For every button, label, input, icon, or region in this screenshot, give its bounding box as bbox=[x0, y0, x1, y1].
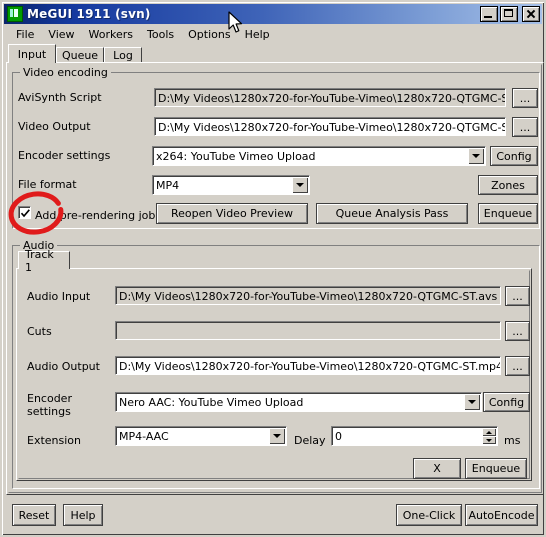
audio-encoder-settings-value: Nero AAC: YouTube Vimeo Upload bbox=[119, 395, 304, 409]
extension-value: MP4-AAC bbox=[119, 429, 169, 443]
video-output-label: Video Output bbox=[18, 120, 91, 133]
chevron-down-icon[interactable] bbox=[468, 148, 484, 164]
audio-input-browse-button[interactable]: ... bbox=[505, 286, 530, 306]
add-prerendering-job-label: Add pre-rendering job bbox=[35, 209, 156, 222]
video-encoder-settings-label: Encoder settings bbox=[18, 149, 111, 162]
avisynth-script-label: AviSynth Script bbox=[18, 91, 102, 104]
reopen-video-preview-button[interactable]: Reopen Video Preview bbox=[156, 203, 308, 224]
video-config-button[interactable]: Config bbox=[490, 146, 538, 166]
maximize-button[interactable] bbox=[500, 6, 518, 22]
window-controls bbox=[480, 6, 540, 22]
add-prerendering-job-checkbox[interactable] bbox=[18, 206, 31, 219]
menu-file[interactable]: File bbox=[9, 27, 41, 42]
cuts-browse-button[interactable]: ... bbox=[505, 321, 530, 341]
video-encoding-legend: Video encoding bbox=[20, 66, 111, 79]
menu-bar: File View Workers Tools Options Help bbox=[4, 26, 277, 43]
megui-app-icon bbox=[7, 6, 23, 22]
file-format-value: MP4 bbox=[156, 178, 180, 192]
extension-dropdown[interactable]: MP4-AAC bbox=[115, 426, 287, 446]
video-output-browse-button[interactable]: ... bbox=[512, 117, 538, 137]
audio-output-browse-button[interactable]: ... bbox=[505, 356, 530, 376]
queue-analysis-pass-button[interactable]: Queue Analysis Pass bbox=[316, 203, 468, 224]
audio-input-field[interactable]: D:\My Videos\1280x720-for-YouTube-Vimeo\… bbox=[115, 286, 501, 305]
audio-track-tab[interactable]: Track 1 bbox=[18, 248, 70, 274]
megui-main-window: MeGUI 1911 (svn) File View Workers Tools… bbox=[0, 0, 546, 537]
file-format-label: File format bbox=[18, 178, 77, 191]
delay-label: Delay bbox=[294, 434, 326, 447]
delay-unit-label: ms bbox=[504, 434, 521, 447]
close-button[interactable] bbox=[522, 6, 540, 22]
chevron-down-icon[interactable] bbox=[464, 394, 480, 410]
chevron-down-icon[interactable] bbox=[269, 428, 285, 444]
delay-stepper[interactable] bbox=[482, 428, 496, 444]
video-enqueue-button[interactable]: Enqueue bbox=[478, 203, 538, 224]
maximize-icon bbox=[504, 9, 513, 17]
audio-encoder-settings-dropdown[interactable]: Nero AAC: YouTube Vimeo Upload bbox=[115, 392, 482, 412]
menu-help[interactable]: Help bbox=[238, 27, 277, 42]
minimize-icon bbox=[484, 16, 492, 18]
audio-output-label: Audio Output bbox=[27, 360, 100, 373]
cuts-label: Cuts bbox=[27, 325, 52, 338]
spinner-down-icon[interactable] bbox=[482, 436, 496, 444]
audio-encoder-settings-label-line1: Encoder bbox=[27, 392, 72, 405]
reset-button[interactable]: Reset bbox=[12, 504, 56, 526]
window-title: MeGUI 1911 (svn) bbox=[27, 7, 151, 21]
tab-input[interactable]: Input bbox=[8, 44, 56, 63]
extension-label: Extension bbox=[27, 434, 82, 447]
video-output-input[interactable]: D:\My Videos\1280x720-for-YouTube-Vimeo\… bbox=[154, 117, 506, 136]
menu-options[interactable]: Options bbox=[181, 27, 237, 42]
menu-tools[interactable]: Tools bbox=[140, 27, 181, 42]
file-format-dropdown[interactable]: MP4 bbox=[152, 175, 310, 195]
menu-view[interactable]: View bbox=[41, 27, 81, 42]
avisynth-script-browse-button[interactable]: ... bbox=[512, 88, 538, 108]
delay-input[interactable]: 0 bbox=[331, 426, 498, 446]
auto-encode-button[interactable]: AutoEncode bbox=[465, 504, 538, 526]
title-bar[interactable]: MeGUI 1911 (svn) bbox=[4, 4, 542, 24]
video-encoder-settings-dropdown[interactable]: x264: YouTube Vimeo Upload bbox=[152, 146, 486, 166]
tab-log[interactable]: Log bbox=[104, 47, 142, 63]
avisynth-script-input[interactable]: D:\My Videos\1280x720-for-YouTube-Vimeo\… bbox=[154, 88, 506, 107]
minimize-button[interactable] bbox=[480, 6, 498, 22]
cuts-field[interactable] bbox=[115, 321, 501, 340]
chevron-down-icon[interactable] bbox=[292, 177, 308, 193]
checkmark-icon bbox=[20, 209, 30, 218]
audio-config-button[interactable]: Config bbox=[483, 392, 530, 412]
main-tabstrip: Input Queue Log bbox=[8, 44, 542, 63]
help-button[interactable]: Help bbox=[63, 504, 103, 526]
spinner-up-icon[interactable] bbox=[482, 428, 496, 436]
audio-output-field[interactable]: D:\My Videos\1280x720-for-YouTube-Vimeo\… bbox=[115, 356, 501, 375]
one-click-button[interactable]: One-Click bbox=[396, 504, 462, 526]
delay-value: 0 bbox=[335, 429, 342, 443]
audio-clear-button[interactable]: X bbox=[413, 458, 461, 479]
menu-workers[interactable]: Workers bbox=[82, 27, 140, 42]
audio-input-label: Audio Input bbox=[27, 290, 91, 303]
tab-queue[interactable]: Queue bbox=[56, 47, 104, 63]
audio-encoder-settings-label-line2: settings bbox=[27, 405, 71, 418]
video-encoder-settings-value: x264: YouTube Vimeo Upload bbox=[156, 149, 316, 163]
zones-button[interactable]: Zones bbox=[478, 175, 538, 195]
audio-enqueue-button[interactable]: Enqueue bbox=[465, 458, 527, 479]
